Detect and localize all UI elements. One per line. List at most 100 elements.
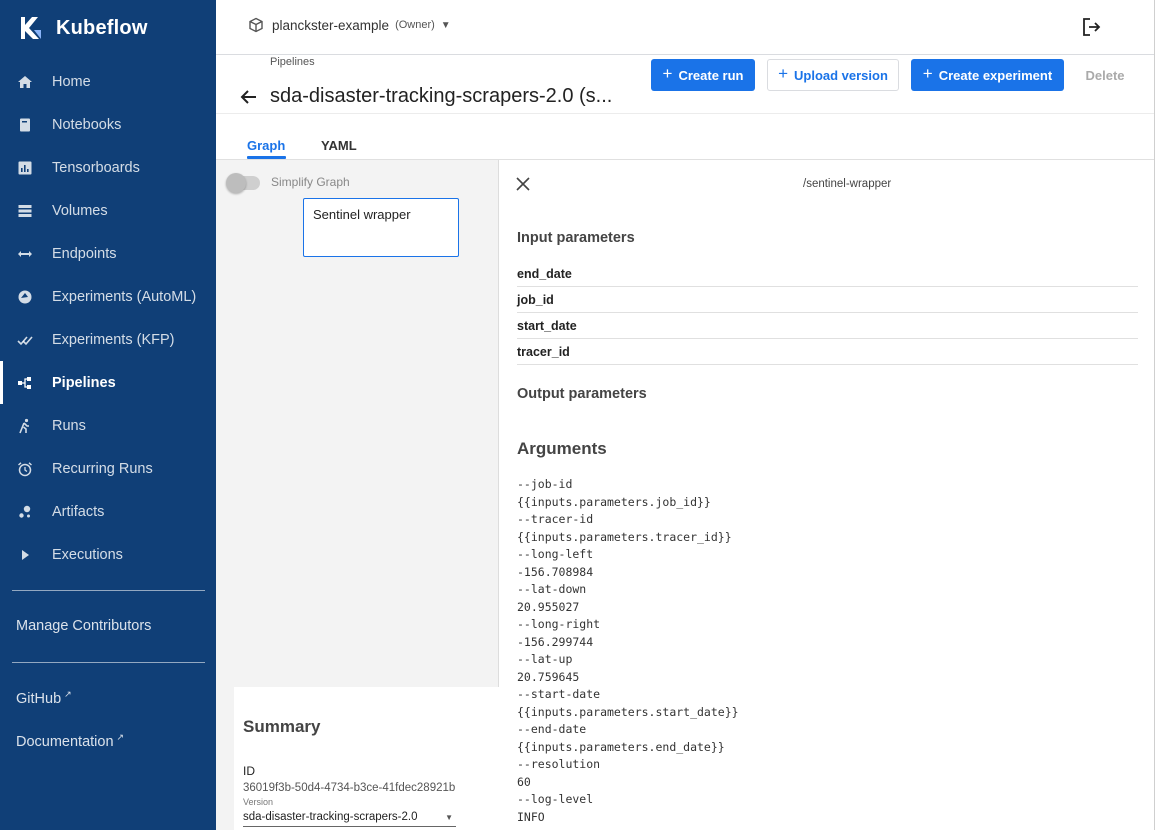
manage-contributors-link[interactable]: Manage Contributors xyxy=(16,618,151,634)
create-run-button[interactable]: + Create run xyxy=(651,59,755,91)
namespace-name: planckster-example xyxy=(272,17,390,33)
chevron-down-icon: ▼ xyxy=(445,813,453,822)
argument-line: {{inputs.parameters.job_id}} xyxy=(517,494,711,509)
simplify-graph-toggle[interactable] xyxy=(226,173,260,193)
upload-version-label: Upload version xyxy=(794,67,888,83)
brand[interactable]: Kubeflow xyxy=(14,12,148,44)
arguments-heading: Arguments xyxy=(517,439,607,458)
argument-line: --resolution xyxy=(517,757,601,771)
argument-line: --job-id xyxy=(517,477,573,491)
argument-line: --tracer-id xyxy=(517,512,594,526)
sidebar-item-artifacts[interactable]: Artifacts xyxy=(0,490,216,533)
argument-line: {{inputs.parameters.tracer_id}} xyxy=(517,529,732,544)
sidebar-item-label: Experiments (AutoML) xyxy=(52,288,197,305)
artifacts-icon xyxy=(16,503,33,520)
panel-title: /sentinel-wrapper xyxy=(803,178,892,190)
summary-version-label: Version xyxy=(243,797,274,807)
endpoints-icon xyxy=(16,245,33,262)
tensorboard-icon xyxy=(16,159,33,176)
argument-line: --lat-up xyxy=(517,652,573,666)
create-experiment-button[interactable]: + Create experiment xyxy=(911,59,1064,91)
documentation-link[interactable]: Documentation ↗ xyxy=(16,732,125,750)
notebook-icon xyxy=(16,116,33,133)
sidebar-item-pipelines[interactable]: Pipelines xyxy=(0,361,216,404)
argument-line: -156.708984 xyxy=(517,564,594,579)
cube-icon xyxy=(249,17,263,33)
sidebar-item-recurring-runs[interactable]: Recurring Runs xyxy=(0,447,216,490)
version-select[interactable]: sda-disaster-tracking-scrapers-2.0 ▼ xyxy=(243,811,456,827)
github-label: GitHub xyxy=(16,691,62,707)
home-icon xyxy=(16,73,33,90)
argument-line: 20.759645 xyxy=(517,669,580,684)
namespace-selector[interactable]: planckster-example (Owner) ▼ xyxy=(248,17,451,33)
kubeflow-logo-icon xyxy=(21,17,41,39)
back-arrow-icon[interactable] xyxy=(238,86,260,108)
plus-icon: + xyxy=(662,64,673,83)
sidebar-divider xyxy=(12,590,205,591)
page-title: sda-disaster-tracking-scrapers-2.0 (s... xyxy=(270,85,613,107)
sidebar-item-experiments-kfp[interactable]: Experiments (KFP) xyxy=(0,318,216,361)
sidebar-item-executions[interactable]: Executions xyxy=(0,533,216,576)
external-link-icon: ↗ xyxy=(116,732,125,742)
breadcrumb[interactable]: Pipelines xyxy=(270,56,315,68)
argument-line: --log-level xyxy=(517,792,594,806)
argument-line: --long-left xyxy=(517,547,594,561)
sidebar-item-label: Volumes xyxy=(52,202,108,219)
sidebar-item-home[interactable]: Home xyxy=(0,60,216,103)
sidebar-item-label: Recurring Runs xyxy=(52,460,153,477)
sidebar-item-label: Home xyxy=(52,73,91,90)
arguments-list: --job-id {{inputs.parameters.job_id}} --… xyxy=(517,476,739,826)
plus-icon: + xyxy=(778,64,788,83)
input-parameter-row: end_date xyxy=(517,261,1138,287)
alarm-icon xyxy=(16,460,33,477)
delete-label: Delete xyxy=(1085,67,1125,83)
plus-icon: + xyxy=(922,64,933,83)
logout-icon[interactable] xyxy=(1081,16,1103,38)
summary-card: Summary ID 36019f3b-50d4-4734-b3ce-41fde… xyxy=(234,687,499,830)
sidebar-item-experiments-automl[interactable]: Experiments (AutoML) xyxy=(0,275,216,318)
kfp-icon xyxy=(16,331,33,348)
sidebar-item-label: Tensorboards xyxy=(52,159,140,176)
sidebar-item-label: Notebooks xyxy=(52,116,122,133)
sidebar-item-label: Experiments (KFP) xyxy=(52,331,175,348)
sidebar-item-label: Endpoints xyxy=(52,245,117,262)
node-details-panel: /sentinel-wrapper Input parameters end_d… xyxy=(499,160,1155,830)
argument-line: --long-right xyxy=(517,617,601,631)
create-experiment-label: Create experiment xyxy=(938,67,1053,83)
pipelines-icon xyxy=(16,374,33,391)
input-parameter-row: tracer_id xyxy=(517,339,1138,365)
argument-line: 60 xyxy=(517,774,531,789)
close-icon[interactable] xyxy=(516,177,530,191)
sidebar: Kubeflow Home Notebooks Tensorboards Vol… xyxy=(0,0,216,830)
sidebar-item-tensorboards[interactable]: Tensorboards xyxy=(0,146,216,189)
sidebar-item-endpoints[interactable]: Endpoints xyxy=(0,232,216,275)
output-parameters-heading: Output parameters xyxy=(517,386,647,402)
delete-button[interactable]: Delete xyxy=(1076,59,1134,91)
upload-version-button[interactable]: + Upload version xyxy=(767,59,899,91)
header-divider xyxy=(216,113,1155,114)
sidebar-item-notebooks[interactable]: Notebooks xyxy=(0,103,216,146)
graph-node-sentinel-wrapper[interactable]: Sentinel wrapper xyxy=(303,198,459,257)
sidebar-item-runs[interactable]: Runs xyxy=(0,404,216,447)
argument-line: {{inputs.parameters.end_date}} xyxy=(517,739,725,754)
play-icon xyxy=(16,546,33,563)
argument-line: -156.299744 xyxy=(517,634,594,649)
tab-yaml[interactable]: YAML xyxy=(321,138,357,153)
sidebar-item-volumes[interactable]: Volumes xyxy=(0,189,216,232)
namespace-role: (Owner) xyxy=(395,19,435,31)
input-parameter-row: job_id xyxy=(517,287,1138,313)
top-bar: planckster-example (Owner) ▼ xyxy=(216,0,1155,55)
argument-line: --end-date xyxy=(517,722,587,736)
input-parameter-row: start_date xyxy=(517,313,1138,339)
sidebar-nav: Home Notebooks Tensorboards Volumes Endp… xyxy=(0,60,216,576)
toggle-knob xyxy=(226,173,246,193)
github-link[interactable]: GitHub ↗ xyxy=(16,689,72,707)
sidebar-divider xyxy=(12,662,205,663)
runs-icon xyxy=(16,417,33,434)
simplify-graph-label: Simplify Graph xyxy=(271,175,350,189)
summary-id-value: 36019f3b-50d4-4734-b3ce-41fdec28921b xyxy=(243,782,456,794)
external-link-icon: ↗ xyxy=(64,689,72,699)
argument-line: {{inputs.parameters.start_date}} xyxy=(517,704,739,719)
tab-graph[interactable]: Graph xyxy=(247,138,285,153)
documentation-label: Documentation xyxy=(16,734,114,750)
